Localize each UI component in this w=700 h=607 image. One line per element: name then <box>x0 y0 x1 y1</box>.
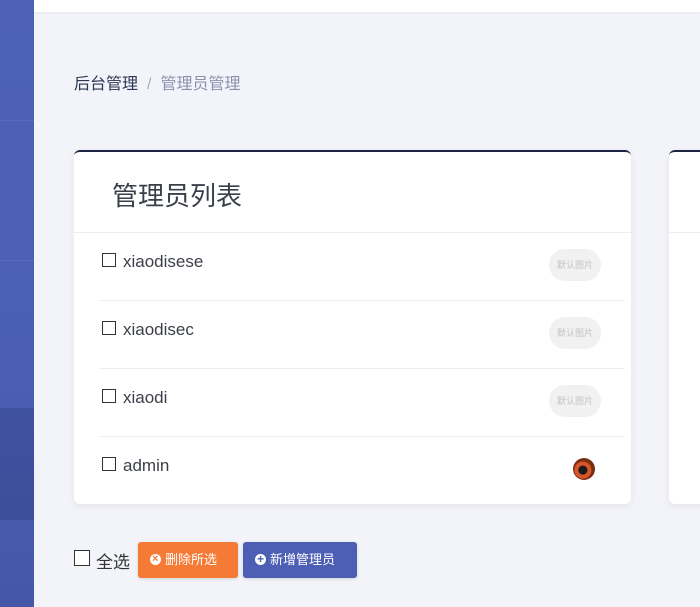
side-card <box>669 150 700 504</box>
sidebar-divider <box>0 120 34 121</box>
breadcrumb-current: 管理员管理 <box>160 76 241 93</box>
admin-name: xiaodi <box>123 388 168 407</box>
avatar: 默认图片 <box>549 385 601 417</box>
row-checkbox[interactable] <box>102 253 116 267</box>
sidebar-divider <box>0 260 34 261</box>
avatar: 默认图片 <box>549 249 601 281</box>
admin-name: xiaodisese <box>123 252 204 271</box>
add-admin-button[interactable]: 新增管理员 <box>243 541 357 578</box>
list-item: xiaodisese 默认图片 <box>99 233 625 301</box>
row-checkbox[interactable] <box>102 321 116 335</box>
delete-selected-button[interactable]: 删除所选 <box>138 541 238 578</box>
list-item: xiaodisec 默认图片 <box>99 301 625 369</box>
breadcrumb-separator: / <box>147 76 152 93</box>
divider <box>669 232 700 233</box>
admin-list: xiaodisese 默认图片 xiaodisec 默认图片 xiaodi 默认… <box>99 233 625 504</box>
admin-name: admin <box>123 456 170 475</box>
row-checkbox[interactable] <box>102 389 116 403</box>
avatar: 默认图片 <box>549 317 601 349</box>
plus-circle-icon <box>255 541 266 577</box>
breadcrumb: 后台管理 / 管理员管理 <box>74 70 240 94</box>
card-title: 管理员列表 <box>112 181 243 211</box>
list-item: admin <box>99 437 625 504</box>
delete-selected-label: 删除所选 <box>165 552 218 567</box>
admin-list-card: 管理员列表 xiaodisese 默认图片 xiaodisec 默认图片 xia… <box>74 150 631 504</box>
add-admin-label: 新增管理员 <box>270 552 336 567</box>
row-checkbox[interactable] <box>102 457 116 471</box>
top-header-bar <box>0 0 700 12</box>
breadcrumb-root[interactable]: 后台管理 <box>74 76 138 93</box>
avatar-image <box>573 458 595 480</box>
admin-name: xiaodisec <box>123 320 194 339</box>
sidebar <box>0 0 34 607</box>
sidebar-item-active[interactable] <box>0 408 34 520</box>
select-all-label[interactable]: 全选 <box>96 548 130 573</box>
select-all-checkbox[interactable] <box>74 550 90 566</box>
list-actions: 全选 删除所选 新增管理员 <box>74 541 674 578</box>
list-item: xiaodi 默认图片 <box>99 369 625 437</box>
close-circle-icon <box>150 541 161 577</box>
